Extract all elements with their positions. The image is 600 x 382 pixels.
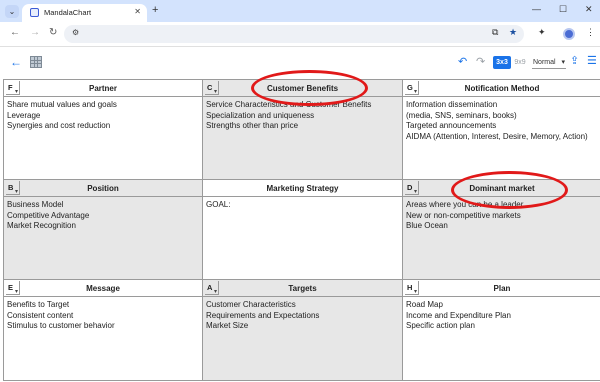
- cell-header: H Plan: [403, 280, 600, 297]
- cell-header: B Position: [4, 180, 202, 197]
- mode-3x3-button[interactable]: 3x3: [493, 56, 511, 69]
- cell-title: Plan: [493, 284, 511, 293]
- cell-body[interactable]: GOAL:: [203, 197, 402, 279]
- browser-toolbar: ← → ↻ ⚙ ⧉ ★: [0, 22, 600, 46]
- avatar[interactable]: [563, 28, 575, 40]
- cell-line: Road Map: [406, 300, 443, 309]
- cell-title: Message: [86, 284, 120, 293]
- favicon-icon: [30, 8, 39, 17]
- app-back-icon[interactable]: ←: [10, 55, 22, 69]
- tab-close-icon[interactable]: ✕: [134, 7, 141, 16]
- cell-marketing-strategy[interactable]: Marketing Strategy GOAL:: [203, 180, 403, 280]
- cell-line: Requirements and Expectations: [206, 310, 320, 320]
- back-icon[interactable]: ←: [10, 27, 20, 38]
- cell-body[interactable]: Customer Characteristics Requirements an…: [203, 297, 402, 380]
- cell-header: E Message: [4, 280, 202, 297]
- cell-targets[interactable]: A Targets Customer Characteristics Requi…: [203, 280, 403, 380]
- cell-line: Specialization and uniqueness: [206, 110, 315, 120]
- cell-line: Share mutual values and goals: [7, 100, 117, 109]
- cell-line: Benefits to Target: [7, 300, 70, 309]
- cell-line: Information dissemination: [406, 100, 498, 109]
- browser-titlebar: ⌄ MandalaChart ✕ + — ☐ ✕: [0, 0, 600, 22]
- cell-header: Marketing Strategy: [203, 180, 402, 197]
- cell-line: New or non-competitive markets: [406, 210, 521, 220]
- cell-line: Market Size: [206, 321, 249, 330]
- cell-line: Business Model: [7, 200, 64, 209]
- cell-body[interactable]: Benefits to Target Consistent content St…: [4, 297, 202, 380]
- cell-line: Strengths other than price: [206, 121, 299, 130]
- cell-title: Partner: [88, 84, 117, 93]
- reload-icon[interactable]: ↻: [49, 27, 57, 38]
- cell-line: Income and Expenditure Plan: [406, 310, 511, 320]
- app-logo-icon: [30, 56, 42, 68]
- cell-title: Notification Method: [464, 84, 540, 93]
- cell-line: Specific action plan: [406, 321, 475, 330]
- cell-header: A Targets: [203, 280, 402, 297]
- cell-body[interactable]: Road Map Income and Expenditure Plan Spe…: [403, 297, 600, 380]
- site-settings-icon[interactable]: ⚙: [72, 28, 79, 37]
- extensions-icon[interactable]: ✦: [538, 27, 546, 38]
- cell-header: F Partner: [4, 80, 202, 97]
- cell-line: AIDMA (Attention, Interest, Desire, Memo…: [406, 131, 588, 141]
- redo-icon[interactable]: ↷: [476, 55, 485, 68]
- cell-dominant-market[interactable]: D Dominant market Areas where you can be…: [403, 180, 600, 280]
- cell-body[interactable]: Information dissemination (media, SNS, s…: [403, 97, 600, 179]
- maximize-button[interactable]: ☐: [559, 4, 567, 15]
- cell-notification-method[interactable]: G Notification Method Information dissem…: [403, 80, 600, 180]
- share-icon[interactable]: ⇪: [570, 54, 579, 67]
- cell-header: G Notification Method: [403, 80, 600, 97]
- forward-icon[interactable]: →: [30, 27, 40, 38]
- chevron-down-icon: ▾: [561, 59, 565, 66]
- browser-tab[interactable]: MandalaChart ✕: [22, 4, 147, 22]
- cell-line: (media, SNS, seminars, books): [406, 110, 517, 120]
- mode-9x9-button[interactable]: 9x9: [513, 56, 527, 69]
- address-bar[interactable]: ⚙ ⧉ ★: [64, 25, 524, 43]
- mandala-grid: F Partner Share mutual values and goals …: [3, 79, 600, 381]
- goal-label: GOAL:: [206, 200, 231, 209]
- cell-line: Market Recognition: [7, 221, 76, 230]
- cell-body[interactable]: Share mutual values and goals Leverage S…: [4, 97, 202, 179]
- cell-title: Targets: [288, 284, 317, 293]
- close-window-button[interactable]: ✕: [585, 4, 593, 15]
- cell-title: Position: [87, 184, 119, 193]
- install-icon[interactable]: ⧉: [492, 27, 498, 38]
- cell-line: Customer Characteristics: [206, 300, 296, 309]
- tab-menu-icon[interactable]: ⌄: [5, 5, 19, 18]
- cell-customer-benefits[interactable]: C Customer Benefits Service Characterist…: [203, 80, 403, 180]
- undo-icon[interactable]: ↶: [458, 55, 467, 68]
- cell-plan[interactable]: H Plan Road Map Income and Expenditure P…: [403, 280, 600, 380]
- cell-line: Synergies and cost reduction: [7, 121, 111, 130]
- cell-line: Blue Ocean: [406, 221, 448, 230]
- toolbar-divider: [0, 46, 600, 47]
- bookmark-star-icon[interactable]: ★: [509, 27, 517, 38]
- cell-line: Stimulus to customer behavior: [7, 321, 115, 330]
- cell-line: Competitive Advantage: [7, 210, 90, 220]
- cell-body[interactable]: Business Model Competitive Advantage Mar…: [4, 197, 202, 279]
- cell-position[interactable]: B Position Business Model Competitive Ad…: [4, 180, 203, 280]
- tab-title: MandalaChart: [44, 8, 92, 17]
- cell-line: Areas where you can be a leader: [406, 200, 524, 209]
- cell-line: Leverage: [7, 110, 41, 120]
- cell-message[interactable]: E Message Benefits to Target Consistent …: [4, 280, 203, 380]
- minimize-button[interactable]: —: [532, 4, 541, 14]
- cell-line: Service Characteristics and Customer Ben…: [206, 100, 372, 109]
- app-toolbar: ← ↶ ↷ 3x3 9x9 Normal ▾ ⇪ ☰: [0, 50, 600, 76]
- cell-title: Dominant market: [469, 184, 535, 193]
- more-icon[interactable]: ⋮: [586, 27, 595, 38]
- cell-line: Targeted announcements: [406, 121, 497, 130]
- cell-header: D Dominant market: [403, 180, 600, 197]
- cell-header: C Customer Benefits: [203, 80, 402, 97]
- cell-body[interactable]: Areas where you can be a leader New or n…: [403, 197, 600, 279]
- cell-partner[interactable]: F Partner Share mutual values and goals …: [4, 80, 203, 180]
- cell-line: Consistent content: [7, 310, 74, 320]
- cell-title: Customer Benefits: [266, 84, 339, 93]
- cell-title: Marketing Strategy: [266, 184, 339, 193]
- view-select[interactable]: Normal ▾: [532, 56, 566, 69]
- new-tab-button[interactable]: +: [152, 5, 158, 16]
- view-select-value: Normal: [533, 58, 556, 66]
- cell-body[interactable]: Service Characteristics and Customer Ben…: [203, 97, 402, 179]
- hamburger-menu-icon[interactable]: ☰: [587, 54, 597, 67]
